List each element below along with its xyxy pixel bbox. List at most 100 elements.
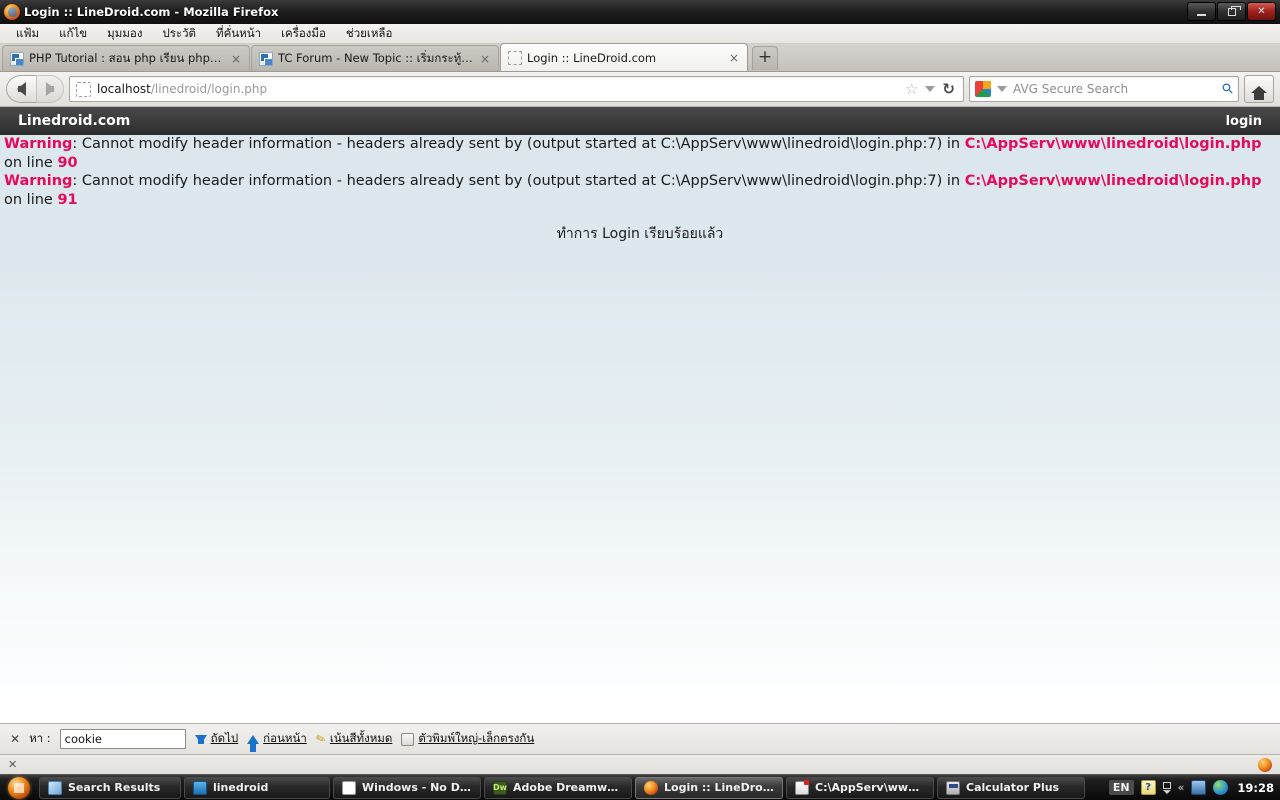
home-button[interactable] [1244,75,1274,103]
blank-favicon-icon [508,50,522,65]
url-path: /linedroid/login.php [150,82,268,96]
taskbar-item-search-results[interactable]: Search Results [39,776,181,799]
highlight-all-button[interactable]: ✎ เน้นสีทั้งหมด [313,730,393,748]
document-icon [10,51,24,66]
taskbar-item-label: Windows - No Disk [362,781,472,794]
match-case-checkbox[interactable]: ตัวพิมพ์ใหญ่-เล็กตรงกัน [401,730,534,748]
search-bar[interactable]: AVG Secure Search ⚲ [969,76,1239,102]
star-icon[interactable]: ☆ [905,81,918,97]
window-title: Login :: LineDroid.com - Mozilla Firefox [24,5,279,19]
back-button[interactable] [6,75,36,103]
php-warning-2: Warning: Cannot modify header informatio… [0,172,1280,209]
chevron-down-icon[interactable] [925,86,936,92]
site-identity-icon[interactable] [76,81,91,97]
find-next-label: ถัดไป [210,731,239,745]
warning-separator: : [72,173,82,190]
taskbar-item-label: Calculator Plus [966,781,1060,794]
php-warning-1: Warning: Cannot modify header informatio… [0,135,1280,172]
highlighter-icon: ✎ [313,730,328,748]
menu-item-help[interactable]: ช่วยเหลือ [336,24,402,44]
network-icon[interactable] [1191,780,1207,795]
start-button[interactable] [2,776,36,800]
find-close-icon[interactable]: ✕ [10,732,20,746]
tab-php-tutorial[interactable]: PHP Tutorial : สอน php เรียน php เขียน p… [2,45,250,71]
menu-item-view[interactable]: มุมมอง [97,24,152,44]
warning-label: Warning [4,173,73,190]
maximize-icon [1227,5,1241,16]
taskbar-item-label: Adobe Dreamweave... [513,781,623,794]
taskbar-item-login-linedroid[interactable]: Login :: LineDroid.co... [635,776,783,799]
new-tab-button[interactable]: + [752,46,778,70]
help-icon[interactable]: ? [1140,780,1156,795]
notepad-icon [795,779,809,795]
firefox-icon [644,780,658,795]
firefox-window: Login :: LineDroid.com - Mozilla Firefox… [0,0,1280,800]
reload-icon[interactable]: ↻ [942,81,955,97]
forward-arrow-icon [45,82,55,96]
url-bar[interactable]: localhost/linedroid/login.php ☆ ↻ [69,76,964,102]
search-input[interactable]: AVG Secure Search [1013,82,1217,96]
close-button[interactable]: ✕ [1247,2,1276,21]
login-success-message: ทำการ Login เรียบร้อยแล้ว [556,226,724,243]
maximize-button[interactable] [1217,2,1246,21]
match-case-label: ตัวพิมพ์ใหญ่-เล็กตรงกัน [418,731,535,745]
language-indicator[interactable]: EN [1108,780,1134,795]
clock[interactable]: 19:28 [1237,781,1274,795]
tab-close-icon[interactable]: × [229,53,243,65]
status-bar: ✕ [0,754,1280,774]
taskbar-item-appserv-path[interactable]: C:\AppServ\www\li... [786,776,934,799]
warning-online-text: on line [4,191,58,208]
find-input[interactable] [59,729,186,749]
find-previous-label: ก่อนหน้า [263,731,307,745]
tab-login-linedroid[interactable]: Login :: LineDroid.com × [500,43,748,71]
avg-logo-icon[interactable] [975,81,991,97]
menu-item-edit[interactable]: แก้ไข [49,24,97,44]
forward-button[interactable] [36,75,64,103]
home-icon [1251,85,1267,100]
menu-item-history[interactable]: ประวัติ [152,24,206,44]
menu-bar: แฟ้ม แก้ไข มุมมอง ประวัติ ที่คั่นหน้า เค… [0,24,1280,44]
url-bar-actions: ☆ ↻ [905,81,959,97]
tab-close-icon[interactable]: × [727,52,741,64]
find-next-button[interactable]: ถัดไป [194,730,239,748]
tray-overflow-icon[interactable] [1162,781,1171,794]
window-icon [342,780,356,795]
url-text: localhost/linedroid/login.php [97,82,899,96]
warning-path: C:\AppServ\www\linedroid\login.php [964,136,1262,152]
taskbar-item-dreamweaver[interactable]: Dw Adobe Dreamweave... [484,776,632,799]
minimize-button[interactable] [1187,2,1216,21]
folder-icon [193,780,207,795]
menu-item-tools[interactable]: เครื่องมือ [271,24,336,44]
taskbar-item-windows-no-disk[interactable]: Windows - No Disk [333,776,481,799]
tray-overflow-arrow [1162,789,1171,794]
magnifier-icon[interactable]: ⚲ [1219,80,1238,99]
tab-label: Login :: LineDroid.com [527,50,657,65]
login-link[interactable]: login [1226,114,1262,129]
page-content: Warning: Cannot modify header informatio… [0,135,1280,723]
arrow-up-icon [247,734,260,752]
menu-item-file[interactable]: แฟ้ม [6,24,49,44]
tab-close-icon[interactable]: × [478,53,492,65]
arrow-down-icon [194,734,207,744]
highlight-all-label: เน้นสีทั้งหมด [329,731,393,745]
warning-message: Cannot modify header information - heade… [81,173,965,190]
taskbar-item-calculator-plus[interactable]: Calculator Plus [937,776,1085,799]
taskbar-item-label: C:\AppServ\www\li... [815,781,925,794]
chevron-down-icon[interactable] [997,86,1007,92]
checkbox-icon[interactable] [401,732,415,746]
menu-item-bookmarks[interactable]: ที่คั่นหน้า [206,24,271,44]
calculator-icon [946,780,960,795]
chevron-left-icon[interactable]: « [1178,781,1185,794]
site-header: Linedroid.com login [0,107,1280,135]
firefox-icon [4,4,20,20]
back-arrow-icon [17,82,26,96]
taskbar-item-linedroid[interactable]: linedroid [184,776,330,799]
taskbar-item-label: Login :: LineDroid.co... [664,781,774,794]
tab-label: PHP Tutorial : สอน php เรียน php เขียน p… [29,50,224,65]
globe-icon[interactable] [1213,780,1229,795]
find-previous-button[interactable]: ก่อนหน้า [247,730,307,752]
tab-tc-forum[interactable]: TC Forum - New Topic :: เริ่มกระทู้ใหม่ … [251,45,499,71]
find-label: หา : [29,731,51,745]
title-bar: Login :: LineDroid.com - Mozilla Firefox… [0,0,1280,24]
status-close-icon[interactable]: ✕ [8,758,17,771]
